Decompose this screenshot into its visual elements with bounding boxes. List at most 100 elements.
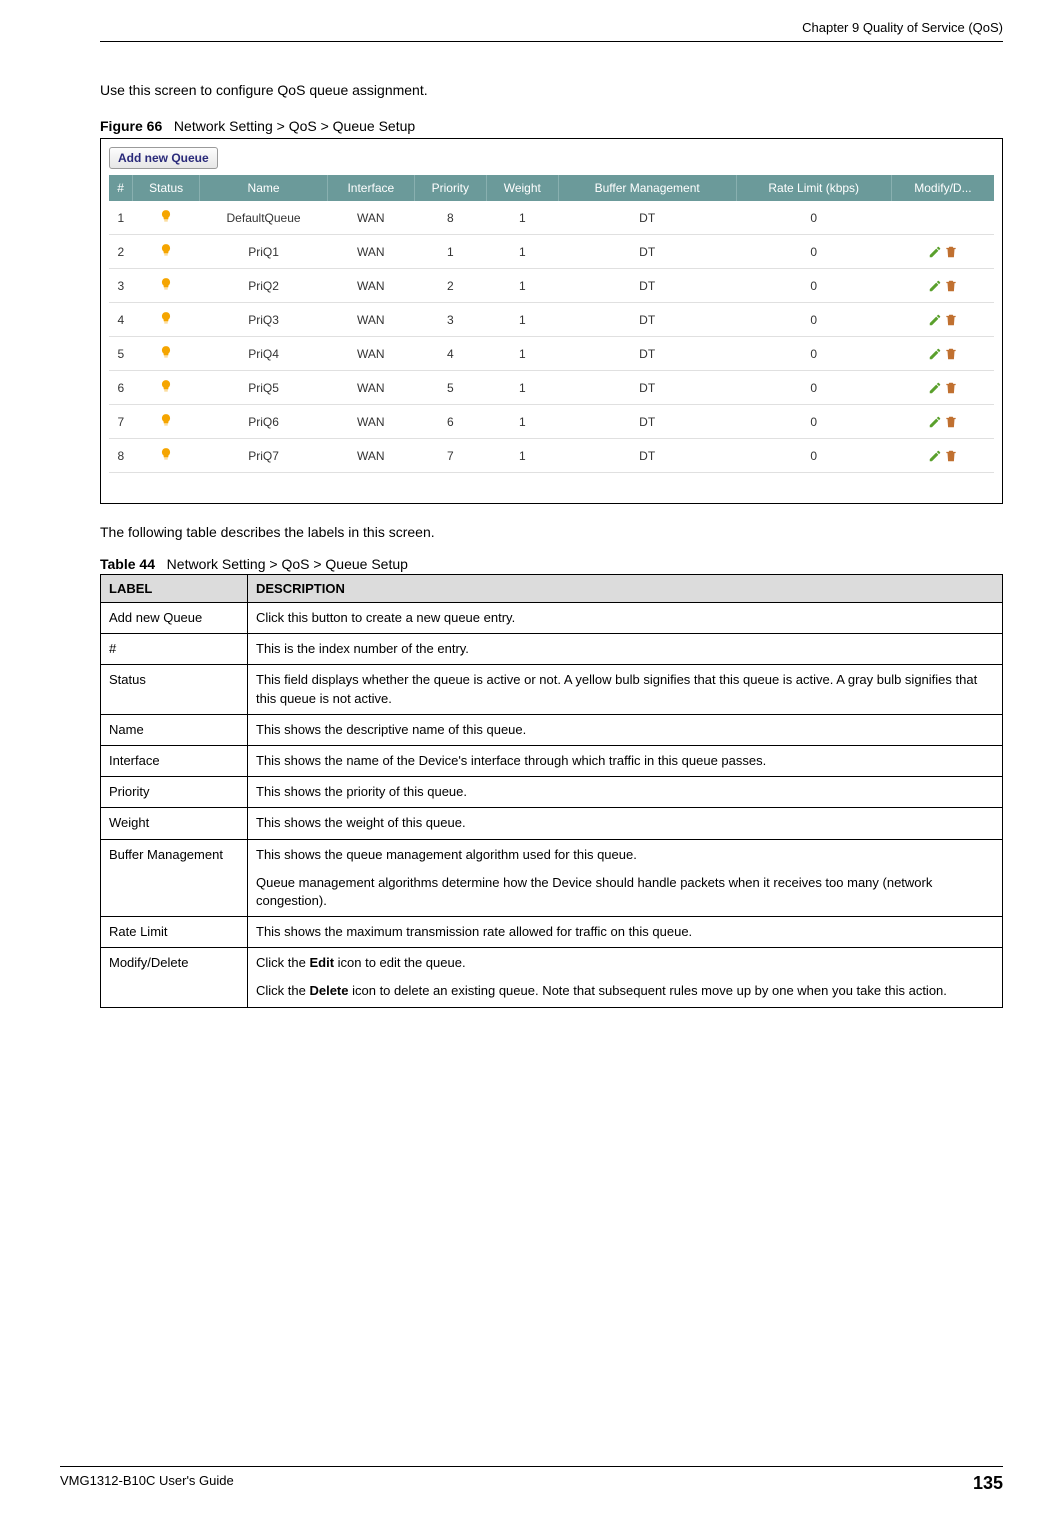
- desc-label-cell: #: [101, 634, 248, 665]
- queue-cell: DT: [558, 269, 736, 303]
- desc-label-cell: Weight: [101, 808, 248, 839]
- queue-header-cell: Weight: [486, 175, 558, 201]
- post-figure-text: The following table describes the labels…: [100, 524, 1003, 540]
- desc-row: NameThis shows the descriptive name of t…: [101, 714, 1003, 745]
- queue-cell: PriQ6: [200, 405, 328, 439]
- desc-text-cell: This shows the name of the Device's inte…: [248, 745, 1003, 776]
- chapter-title: Chapter 9 Quality of Service (QoS): [100, 20, 1003, 35]
- queue-cell: DT: [558, 371, 736, 405]
- desc-row: Add new QueueClick this button to create…: [101, 603, 1003, 634]
- bulb-icon: [159, 346, 173, 362]
- queue-cell: [133, 371, 200, 405]
- queue-cell: 3: [414, 303, 486, 337]
- queue-cell: 0: [736, 371, 891, 405]
- delete-icon[interactable]: [944, 448, 958, 462]
- queue-cell: WAN: [327, 371, 414, 405]
- queue-cell: DT: [558, 439, 736, 473]
- queue-cell: 4: [414, 337, 486, 371]
- edit-icon[interactable]: [928, 346, 942, 360]
- figure-box: Add new Queue #StatusNameInterfacePriori…: [100, 138, 1003, 504]
- bulb-icon: [159, 210, 173, 226]
- queue-cell: 7: [414, 439, 486, 473]
- delete-icon[interactable]: [944, 380, 958, 394]
- queue-header-cell: Buffer Management: [558, 175, 736, 201]
- queue-cell: WAN: [327, 405, 414, 439]
- table-row: 5PriQ4WAN41DT0: [109, 337, 994, 371]
- desc-row: Rate LimitThis shows the maximum transmi…: [101, 917, 1003, 948]
- queue-cell: WAN: [327, 337, 414, 371]
- queue-header-cell: #: [109, 175, 133, 201]
- queue-cell: 5: [109, 337, 133, 371]
- queue-cell: [133, 269, 200, 303]
- queue-modify-cell: [891, 371, 994, 405]
- queue-cell: 0: [736, 235, 891, 269]
- edit-icon[interactable]: [928, 448, 942, 462]
- desc-text-cell: Click this button to create a new queue …: [248, 603, 1003, 634]
- footer-page-number: 135: [973, 1473, 1003, 1494]
- table-row: 6PriQ5WAN51DT0: [109, 371, 994, 405]
- queue-cell: 1: [486, 439, 558, 473]
- edit-icon[interactable]: [928, 244, 942, 258]
- figure-caption: Figure 66 Network Setting > QoS > Queue …: [100, 118, 1003, 134]
- desc-row: #This is the index number of the entry.: [101, 634, 1003, 665]
- table-row: 3PriQ2WAN21DT0: [109, 269, 994, 303]
- desc-text-cell: This shows the priority of this queue.: [248, 777, 1003, 808]
- delete-icon[interactable]: [944, 312, 958, 326]
- edit-icon[interactable]: [928, 278, 942, 292]
- queue-cell: PriQ5: [200, 371, 328, 405]
- table-row: 2PriQ1WAN11DT0: [109, 235, 994, 269]
- desc-row: PriorityThis shows the priority of this …: [101, 777, 1003, 808]
- queue-cell: [133, 337, 200, 371]
- queue-modify-cell: [891, 303, 994, 337]
- desc-text-cell: This shows the weight of this queue.: [248, 808, 1003, 839]
- queue-cell: 7: [109, 405, 133, 439]
- desc-label-cell: Modify/Delete: [101, 948, 248, 1007]
- desc-label-cell: Priority: [101, 777, 248, 808]
- edit-icon[interactable]: [928, 414, 942, 428]
- queue-cell: 1: [486, 303, 558, 337]
- delete-icon[interactable]: [944, 346, 958, 360]
- desc-text-cell: This shows the maximum transmission rate…: [248, 917, 1003, 948]
- queue-cell: 1: [486, 201, 558, 235]
- queue-cell: [133, 235, 200, 269]
- desc-row: Modify/DeleteClick the Edit icon to edit…: [101, 948, 1003, 1007]
- table-row: 4PriQ3WAN31DT0: [109, 303, 994, 337]
- queue-cell: PriQ7: [200, 439, 328, 473]
- queue-cell: 1: [486, 337, 558, 371]
- queue-cell: 1: [486, 371, 558, 405]
- queue-cell: WAN: [327, 235, 414, 269]
- queue-cell: 5: [414, 371, 486, 405]
- bulb-icon: [159, 448, 173, 464]
- table-row: 7PriQ6WAN61DT0: [109, 405, 994, 439]
- desc-label-cell: Rate Limit: [101, 917, 248, 948]
- queue-cell: 1: [486, 405, 558, 439]
- queue-header-cell: Name: [200, 175, 328, 201]
- queue-header-cell: Status: [133, 175, 200, 201]
- queue-cell: [133, 439, 200, 473]
- header-rule: [100, 41, 1003, 42]
- queue-cell: DT: [558, 303, 736, 337]
- queue-cell: DT: [558, 201, 736, 235]
- table-row: 8PriQ7WAN71DT0: [109, 439, 994, 473]
- desc-row: InterfaceThis shows the name of the Devi…: [101, 745, 1003, 776]
- desc-label-cell: Interface: [101, 745, 248, 776]
- queue-cell: WAN: [327, 201, 414, 235]
- delete-icon[interactable]: [944, 278, 958, 292]
- edit-icon[interactable]: [928, 312, 942, 326]
- queue-modify-cell: [891, 235, 994, 269]
- queue-cell: 2: [414, 269, 486, 303]
- queue-header-cell: Rate Limit (kbps): [736, 175, 891, 201]
- queue-cell: [133, 201, 200, 235]
- delete-icon[interactable]: [944, 414, 958, 428]
- queue-cell: DT: [558, 235, 736, 269]
- queue-cell: 8: [414, 201, 486, 235]
- queue-cell: 1: [414, 235, 486, 269]
- table-title: Network Setting > QoS > Queue Setup: [167, 556, 408, 572]
- bulb-icon: [159, 380, 173, 396]
- queue-cell: 8: [109, 439, 133, 473]
- queue-cell: [133, 303, 200, 337]
- delete-icon[interactable]: [944, 244, 958, 258]
- add-new-queue-button[interactable]: Add new Queue: [109, 147, 218, 169]
- edit-icon[interactable]: [928, 380, 942, 394]
- queue-cell: PriQ3: [200, 303, 328, 337]
